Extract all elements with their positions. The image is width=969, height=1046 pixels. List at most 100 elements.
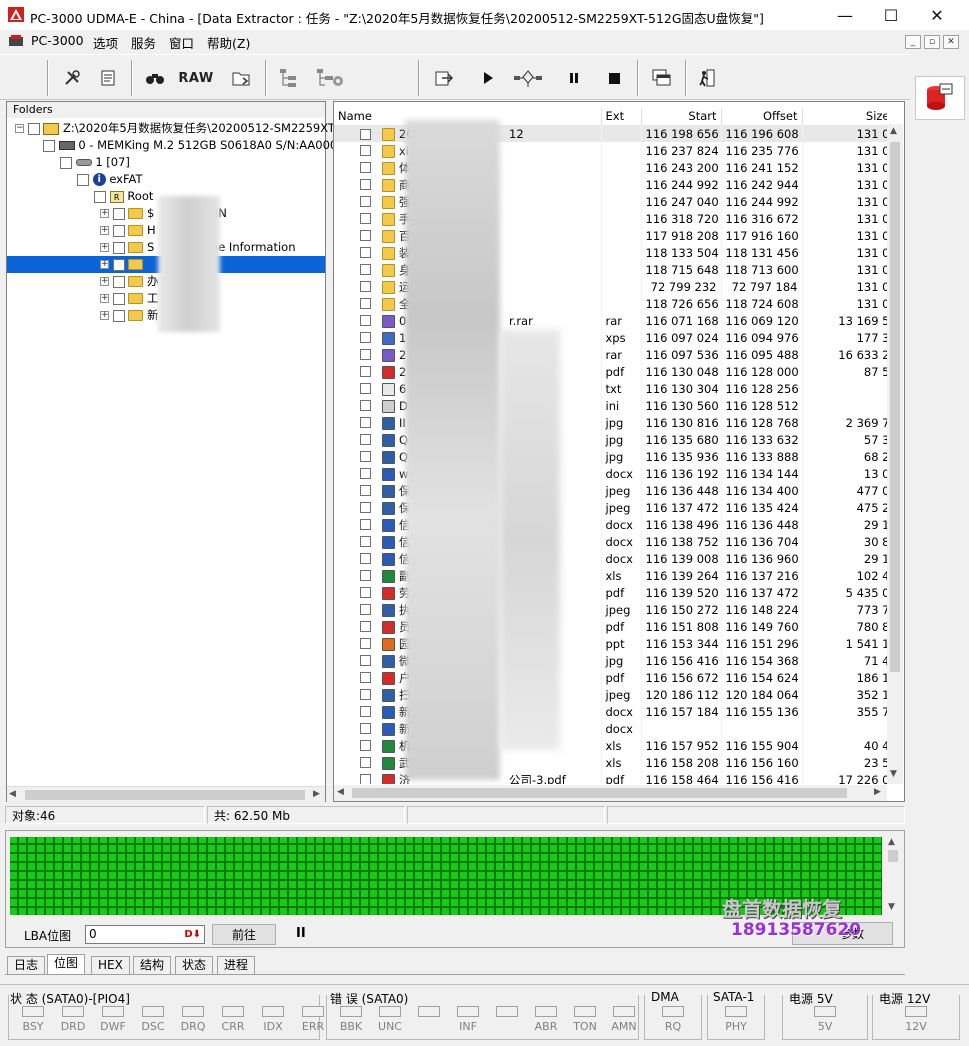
tree-icon[interactable] <box>275 62 305 94</box>
column-header-ext[interactable]: Ext <box>601 108 642 126</box>
tab-log[interactable]: 日志 <box>7 956 46 974</box>
files-vscrollbar[interactable]: ▲ ▼ <box>887 124 903 784</box>
tools-icon[interactable] <box>58 62 86 94</box>
tree-node[interactable]: i exFAT <box>7 171 325 188</box>
file-checkbox[interactable] <box>360 740 371 751</box>
scroll-right-icon[interactable]: ▶ <box>313 789 320 799</box>
expand-icon[interactable]: + <box>100 260 109 269</box>
file-checkbox[interactable] <box>360 553 371 564</box>
tree-checkbox[interactable] <box>60 156 72 169</box>
tree-checkbox[interactable] <box>27 122 40 135</box>
minimize-button[interactable]: — <box>822 0 868 30</box>
file-checkbox[interactable] <box>360 230 371 241</box>
export-icon[interactable] <box>430 62 458 94</box>
bitmap-vscrollbar[interactable]: ▲ ▼ <box>885 836 901 916</box>
lba-spin-icon[interactable]: D⬇ <box>184 926 201 943</box>
file-checkbox[interactable] <box>360 400 371 411</box>
file-checkbox[interactable] <box>360 298 371 309</box>
close-button[interactable]: ✕ <box>914 0 960 30</box>
file-checkbox[interactable] <box>360 451 371 462</box>
file-checkbox[interactable] <box>360 723 371 734</box>
tree-checkbox[interactable] <box>112 224 125 237</box>
menu-pc3000[interactable]: PC-3000 <box>31 33 84 48</box>
mdi-close-button[interactable]: ✕ <box>943 35 959 49</box>
database-icon[interactable] <box>924 82 954 114</box>
file-checkbox[interactable] <box>360 468 371 479</box>
file-checkbox[interactable] <box>360 264 371 275</box>
column-header-offset[interactable]: Offset <box>721 108 803 126</box>
vscroll-thumb[interactable] <box>890 142 900 672</box>
menu-window[interactable]: 窗口 <box>169 33 194 52</box>
maximize-button[interactable]: ☐ <box>868 0 914 30</box>
file-checkbox[interactable] <box>360 179 371 190</box>
file-checkbox[interactable] <box>360 196 371 207</box>
windows-icon[interactable] <box>648 62 676 94</box>
expand-icon[interactable]: + <box>100 311 109 320</box>
file-checkbox[interactable] <box>360 757 371 768</box>
expand-icon[interactable]: + <box>100 226 109 235</box>
tree-checkbox[interactable] <box>112 309 125 322</box>
file-checkbox[interactable] <box>360 417 371 428</box>
file-checkbox[interactable] <box>360 587 371 598</box>
files-hscrollbar[interactable]: ◀ ▶ <box>334 785 887 801</box>
file-checkbox[interactable] <box>360 349 371 360</box>
file-checkbox[interactable] <box>360 247 371 258</box>
exit-icon[interactable] <box>694 62 720 94</box>
file-checkbox[interactable] <box>360 638 371 649</box>
vscroll-thumb[interactable] <box>888 850 898 862</box>
file-checkbox[interactable] <box>360 519 371 530</box>
file-checkbox[interactable] <box>360 570 371 581</box>
file-checkbox[interactable] <box>360 672 371 683</box>
file-checkbox[interactable] <box>360 281 371 292</box>
tab-process[interactable]: 进程 <box>217 956 256 974</box>
scroll-icon[interactable] <box>94 62 122 94</box>
scroll-down-icon[interactable]: ▼ <box>888 902 895 912</box>
folders-hscrollbar[interactable]: ◀ ▶ <box>7 786 325 802</box>
file-checkbox[interactable] <box>360 689 371 700</box>
file-checkbox[interactable] <box>360 128 371 140</box>
tree-node[interactable]: − Z:\2020年5月数据恢复任务\20200512-SM2259XT- <box>7 120 338 137</box>
expand-icon[interactable]: + <box>100 294 109 303</box>
play-icon[interactable] <box>476 62 500 94</box>
file-checkbox[interactable] <box>360 536 371 547</box>
stop-icon[interactable] <box>603 62 625 94</box>
expand-icon[interactable]: − <box>15 124 24 133</box>
tab-structure[interactable]: 结构 <box>133 956 172 974</box>
pc3000-menu-icon[interactable] <box>8 34 24 48</box>
file-checkbox[interactable] <box>360 145 371 156</box>
open-folder-icon[interactable] <box>228 62 256 94</box>
menu-service[interactable]: 服务 <box>131 33 156 52</box>
tab-status[interactable]: 状态 <box>175 956 214 974</box>
file-checkbox[interactable] <box>360 434 371 445</box>
tree-node[interactable]: 0 - MEMKing M.2 512GB S0618A0 S/N:AA0000… <box>7 137 359 154</box>
network-icon[interactable] <box>510 62 546 94</box>
file-checkbox[interactable] <box>360 604 371 615</box>
file-checkbox[interactable] <box>360 213 371 224</box>
tree-checkbox[interactable] <box>43 139 55 152</box>
lba-input[interactable]: 0 D⬇ <box>85 925 205 944</box>
expand-icon[interactable]: + <box>100 209 109 218</box>
scroll-thumb[interactable] <box>25 790 305 800</box>
mdi-restore-button[interactable]: ▫ <box>924 35 940 49</box>
file-checkbox[interactable] <box>360 485 371 496</box>
file-checkbox[interactable] <box>360 774 371 784</box>
tree-checkbox[interactable] <box>112 292 125 305</box>
scroll-left-icon[interactable]: ◀ <box>9 789 16 799</box>
tree-checkbox[interactable] <box>112 275 125 288</box>
mdi-minimize-button[interactable]: _ <box>905 35 921 49</box>
column-header-size[interactable]: Size <box>802 108 887 126</box>
binoculars-icon[interactable] <box>141 62 169 94</box>
menu-help[interactable]: 帮助(Z) <box>207 33 250 52</box>
pause-icon[interactable] <box>563 62 585 94</box>
tab-bitmap[interactable]: 位图 <box>47 954 86 974</box>
tab-hex[interactable]: HEX <box>91 956 130 974</box>
tree-checkbox[interactable] <box>77 173 89 186</box>
file-checkbox[interactable] <box>360 366 371 377</box>
scroll-right-icon[interactable]: ▶ <box>874 787 881 797</box>
menu-options[interactable]: 选项 <box>93 33 118 52</box>
scroll-thumb[interactable] <box>352 788 847 798</box>
tree-checkbox[interactable] <box>112 207 125 220</box>
file-checkbox[interactable] <box>360 706 371 717</box>
scroll-up-icon[interactable]: ▲ <box>890 126 897 136</box>
tree-checkbox[interactable] <box>112 241 125 254</box>
